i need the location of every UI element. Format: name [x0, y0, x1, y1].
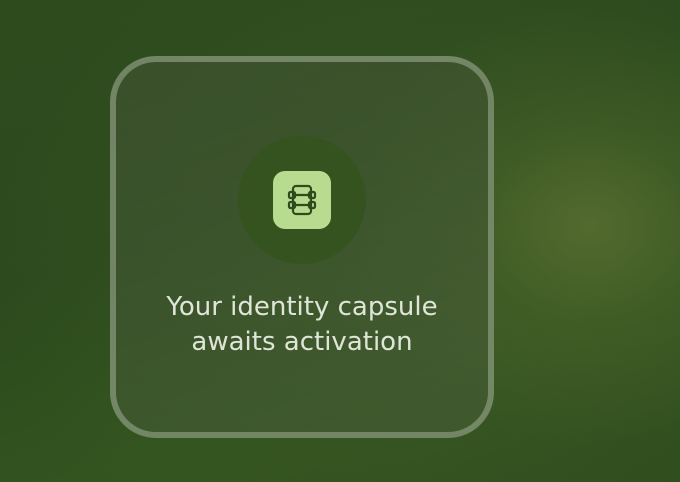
empty-state-card: Your identity capsule awaits activation	[110, 56, 494, 438]
message-line-2: awaits activation	[191, 327, 413, 357]
capsule-icon	[287, 184, 317, 216]
empty-state-message: Your identity capsule awaits activation	[116, 290, 488, 360]
message-line-1: Your identity capsule	[166, 292, 438, 322]
icon-halo	[238, 136, 366, 264]
icon-tile	[273, 171, 331, 229]
